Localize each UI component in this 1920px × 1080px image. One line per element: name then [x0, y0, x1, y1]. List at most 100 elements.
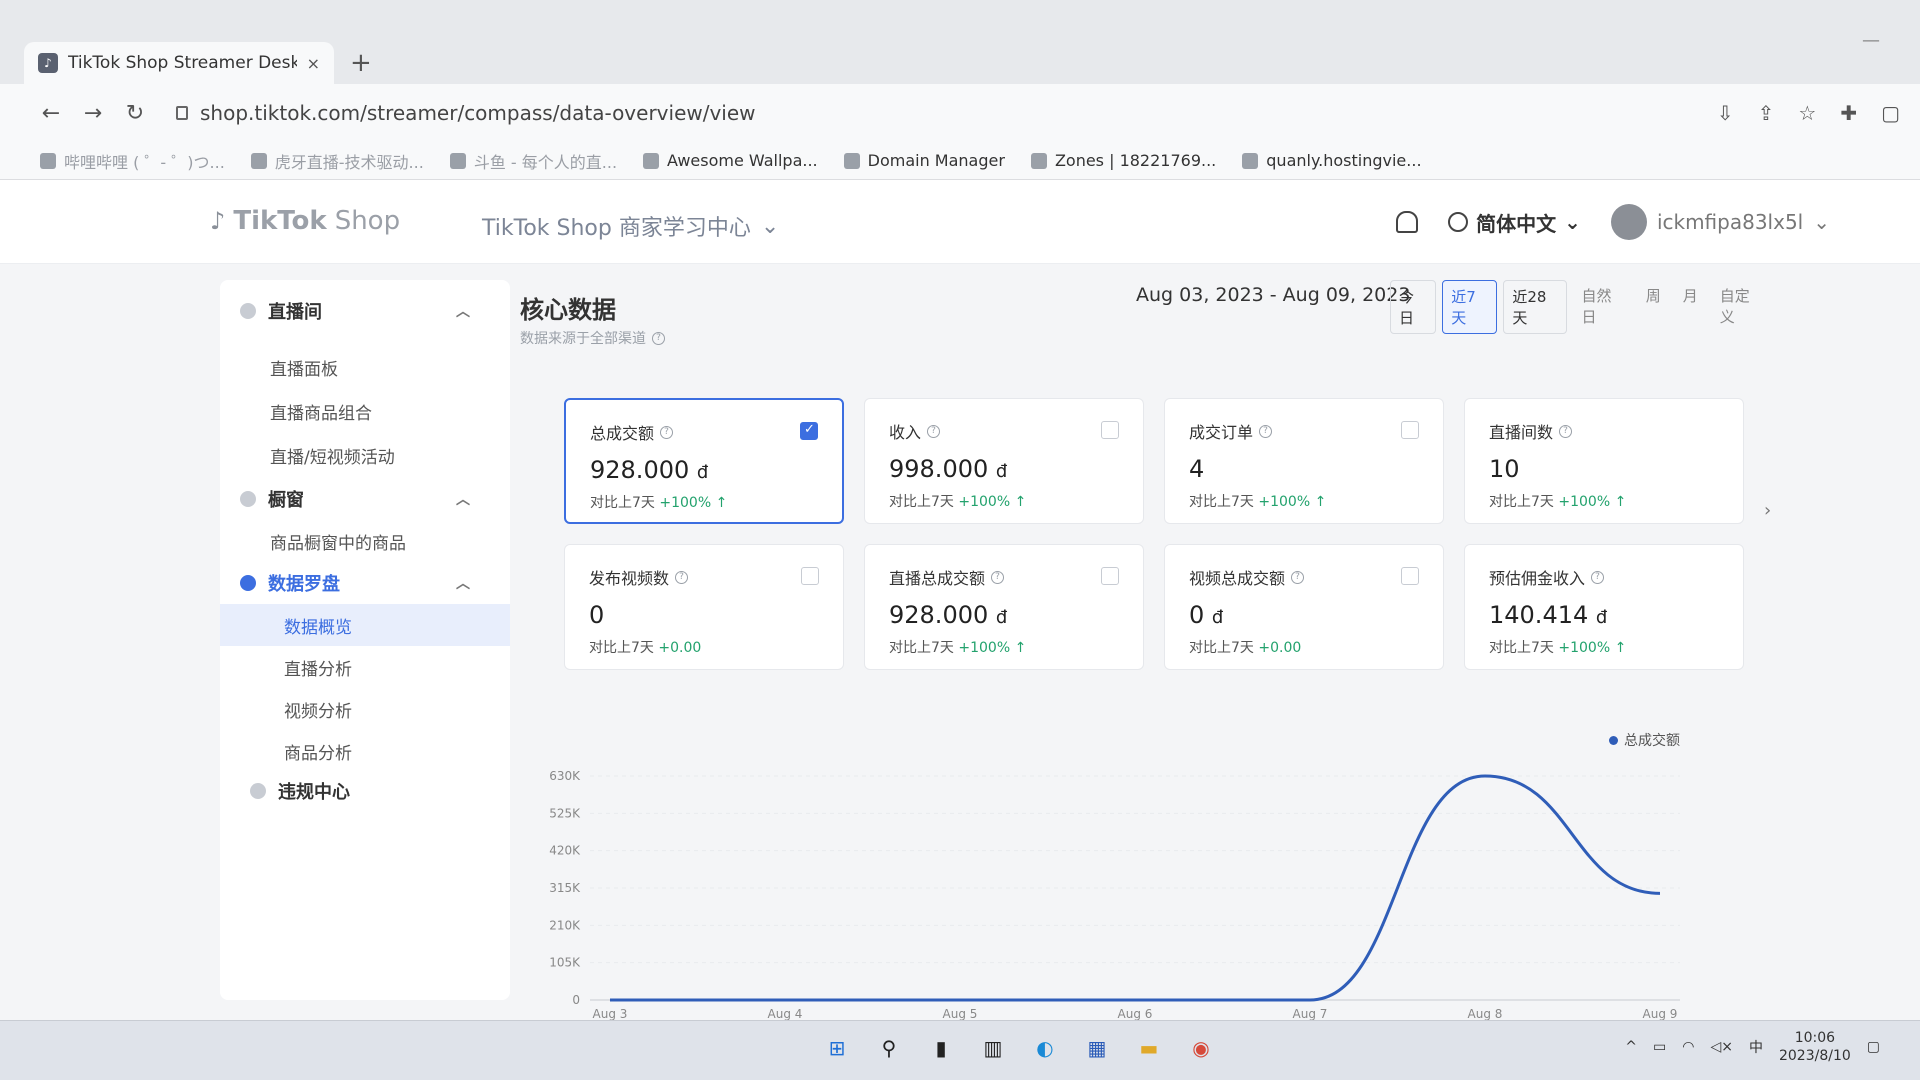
metric-value: 998.000 đ: [889, 455, 1119, 483]
top-navigation: ♪ TikTok Shop TikTok Shop 商家学习中心 ⌄ 简体中文 …: [0, 180, 1920, 264]
compare-label: 对比上7天: [590, 495, 655, 511]
back-icon[interactable]: ←: [30, 101, 72, 126]
tab-title: TikTok Shop Streamer Desktop: [68, 53, 297, 73]
info-icon[interactable]: ?: [1591, 570, 1605, 584]
metric-checkbox[interactable]: [801, 567, 819, 585]
ime-indicator[interactable]: 中: [1749, 1037, 1763, 1057]
sidebar-item[interactable]: 视频分析: [220, 688, 510, 730]
tiktok-shop-logo[interactable]: ♪ TikTok Shop: [210, 206, 400, 236]
sidebar-group[interactable]: 违规中心: [220, 770, 510, 812]
metric-checkbox[interactable]: [800, 422, 818, 440]
file-explorer-icon[interactable]: ▬: [1132, 1031, 1166, 1065]
learning-center-menu[interactable]: TikTok Shop 商家学习中心 ⌄: [482, 210, 779, 242]
period-option[interactable]: 周: [1638, 280, 1669, 334]
url-field[interactable]: shop.tiktok.com/streamer/compass/data-ov…: [176, 101, 756, 125]
metric-card[interactable]: 直播间数? 10 对比上7天 +100% ↑: [1464, 398, 1744, 524]
sidebar-item[interactable]: 直播商品组合: [220, 390, 510, 432]
chart-svg: 0 105K 210K 315K 420K 525K 630K Aug 3 Aug 4 Aug 5…: [549, 769, 1680, 1021]
sidebar-item[interactable]: 直播/短视频活动: [220, 434, 510, 476]
chevron-down-icon: ⌄: [760, 213, 780, 239]
metric-checkbox[interactable]: [1101, 567, 1119, 585]
bookmark-item[interactable]: 哔哩哔哩 ( ゜- ゜)つ...: [40, 149, 225, 173]
learning-center-label: TikTok Shop 商家学习中心: [482, 216, 751, 241]
sidebar-item[interactable]: 直播面板: [220, 346, 510, 388]
metric-card[interactable]: 发布视频数? 0 对比上7天 +0.00: [564, 544, 844, 670]
info-icon[interactable]: ?: [660, 425, 674, 439]
search-icon[interactable]: ⚲: [872, 1031, 906, 1065]
info-icon[interactable]: ?: [991, 570, 1005, 584]
period-option[interactable]: 自然日: [1573, 280, 1631, 334]
browser-tab[interactable]: ♪ TikTok Shop Streamer Desktop ×: [24, 42, 334, 84]
bookmark-star-icon[interactable]: ☆: [1798, 101, 1816, 125]
user-menu[interactable]: ickmfipa83lx5l ⌄: [1610, 204, 1830, 240]
windows-start-icon[interactable]: ⊞: [820, 1031, 854, 1065]
chevron-right-icon[interactable]: ›: [1764, 500, 1771, 521]
wifi-icon[interactable]: ◠: [1682, 1039, 1694, 1055]
close-tab-icon[interactable]: ×: [307, 54, 320, 73]
info-icon[interactable]: ?: [1291, 570, 1305, 584]
extensions-icon[interactable]: ✚: [1840, 101, 1857, 125]
info-icon[interactable]: ?: [652, 331, 665, 345]
metric-label-text: 直播间数: [1489, 423, 1554, 442]
metric-card[interactable]: 成交订单? 4 对比上7天 +100% ↑: [1164, 398, 1444, 524]
metric-card[interactable]: 收入? 998.000 đ 对比上7天 +100% ↑: [864, 398, 1144, 524]
metric-card[interactable]: 直播总成交额? 928.000 đ 对比上7天 +100% ↑: [864, 544, 1144, 670]
info-icon[interactable]: ?: [1259, 424, 1273, 438]
bell-icon[interactable]: [1396, 211, 1419, 233]
new-tab-button[interactable]: +: [350, 48, 372, 78]
widgets-icon[interactable]: ▥: [976, 1031, 1010, 1065]
sidebar-group[interactable]: 数据罗盘 ︿: [220, 562, 510, 604]
metric-checkbox[interactable]: [1401, 567, 1419, 585]
sidebar-item[interactable]: 商品橱窗中的商品: [220, 520, 510, 562]
info-icon[interactable]: ?: [1559, 424, 1573, 438]
sidebar-item[interactable]: 商品分析: [220, 730, 510, 772]
task-view-icon[interactable]: ▮: [924, 1031, 958, 1065]
chrome-icon[interactable]: ◉: [1184, 1031, 1218, 1065]
globe-icon: [1448, 212, 1469, 232]
bookmark-item[interactable]: 虎牙直播-技术驱动...: [250, 149, 424, 173]
date-range[interactable]: Aug 03, 2023 - Aug 09, 2023: [1136, 284, 1410, 306]
store-icon[interactable]: ▦: [1080, 1031, 1114, 1065]
metric-checkbox[interactable]: [1101, 421, 1119, 439]
bookmark-item[interactable]: Domain Manager: [843, 151, 1005, 170]
metric-card[interactable]: 预估佣金收入? 140.414 đ 对比上7天 +100% ↑: [1464, 544, 1744, 670]
tray-expand-icon[interactable]: ^: [1625, 1039, 1637, 1055]
volume-icon[interactable]: ◁×: [1710, 1039, 1733, 1055]
metric-card[interactable]: 视频总成交额? 0 đ 对比上7天 +0.00: [1164, 544, 1444, 670]
info-icon[interactable]: ?: [927, 424, 941, 438]
bookmark-item[interactable]: 斗鱼 - 每个人的直...: [449, 149, 617, 173]
bookmark-item[interactable]: Zones | 18221769...: [1030, 151, 1216, 170]
install-app-icon[interactable]: ⇩: [1717, 101, 1734, 125]
currency-unit: đ: [1211, 607, 1224, 628]
period-option[interactable]: 近28天: [1503, 280, 1568, 334]
period-option[interactable]: 今日: [1390, 280, 1437, 334]
period-option[interactable]: 月: [1675, 280, 1706, 334]
edge-browser-icon[interactable]: ◐: [1028, 1031, 1062, 1065]
x-tick-label: Aug 8: [1468, 1007, 1503, 1020]
metric-compare: 对比上7天 +100% ↑: [1189, 491, 1419, 511]
sidebar-toggle-icon[interactable]: ▢: [1881, 101, 1900, 125]
reload-icon[interactable]: ↻: [114, 101, 156, 126]
metric-checkbox[interactable]: [1401, 421, 1419, 439]
period-option[interactable]: 近7天: [1442, 280, 1498, 334]
period-option[interactable]: 自定义: [1712, 280, 1770, 334]
battery-icon[interactable]: ▭: [1653, 1039, 1666, 1055]
window-minimize-icon[interactable]: —: [1862, 30, 1880, 51]
share-icon[interactable]: ⇪: [1758, 101, 1775, 125]
metric-card[interactable]: 总成交额? 928.000 đ 对比上7天 +100% ↑: [564, 398, 844, 524]
sidebar-item[interactable]: 直播分析: [220, 646, 510, 688]
forward-icon[interactable]: →: [72, 101, 114, 126]
sidebar-item[interactable]: 数据概览: [220, 604, 510, 646]
info-icon[interactable]: ?: [675, 570, 689, 584]
notification-icon[interactable]: ▢: [1867, 1039, 1880, 1055]
sidebar-group[interactable]: 直播间 ︿: [220, 290, 510, 332]
sidebar: 直播间 ︿ 直播面板 直播商品组合 直播/短视频活动 橱窗 ︿ 商品橱窗中的商品 数据罗盘 ︿ 数据…: [220, 280, 510, 1000]
compare-label: 对比上7天: [1489, 640, 1554, 656]
bookmark-item[interactable]: quanly.hostingvie...: [1242, 151, 1422, 170]
language-selector[interactable]: 简体中文 ⌄: [1448, 208, 1581, 237]
currency-unit: đ: [1595, 607, 1608, 628]
bookmark-item[interactable]: Awesome Wallpa...: [643, 151, 818, 170]
bookmark-label: 虎牙直播-技术驱动...: [274, 152, 424, 172]
clock[interactable]: 10:06 2023/8/10: [1779, 1029, 1851, 1065]
sidebar-group[interactable]: 橱窗 ︿: [220, 478, 510, 520]
